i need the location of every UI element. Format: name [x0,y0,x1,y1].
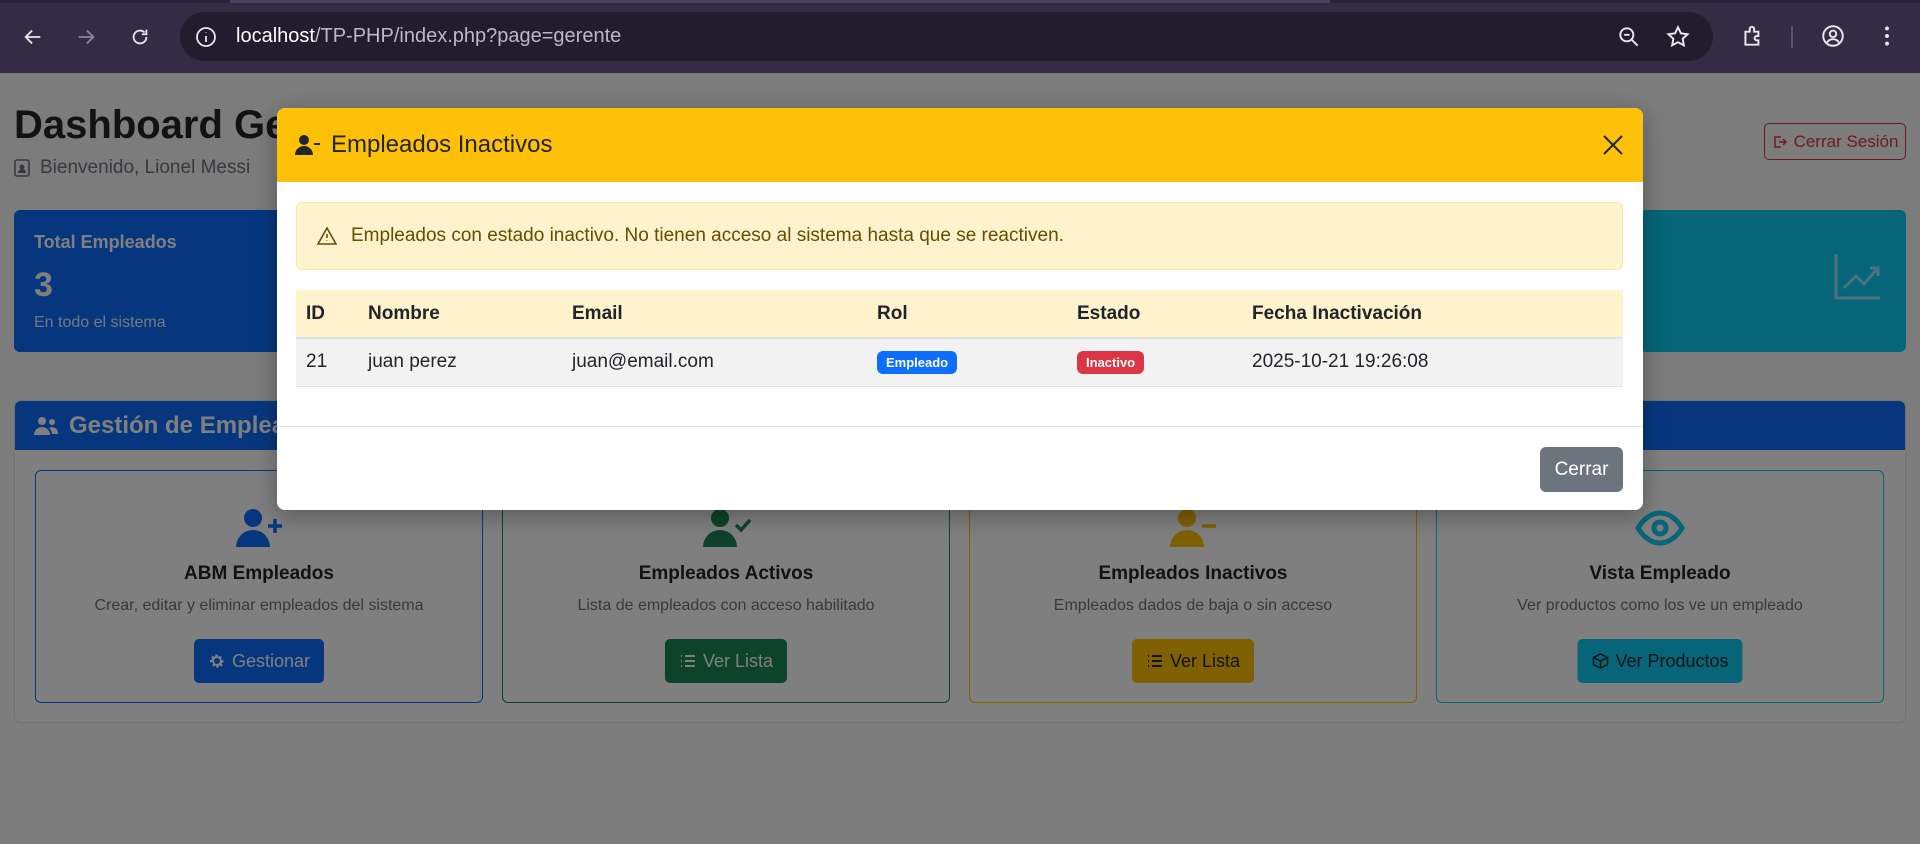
status-badge: Inactivo [1077,350,1145,374]
close-button[interactable]: Cerrar [1540,447,1623,492]
toolbar-divider [1791,26,1793,48]
column-header-id: ID [296,290,358,339]
warning-triangle-icon [317,226,337,245]
zoom-icon[interactable] [1616,24,1642,50]
role-badge: Empleado [877,350,958,374]
table-header-row: ID Nombre Email Rol Estado Fecha Inactiv… [296,290,1623,339]
user-minus-icon [295,135,320,155]
modal-title: Empleados Inactivos [331,131,553,158]
extensions-icon[interactable] [1740,23,1766,49]
cell-fecha: 2025-10-21 19:26:08 [1242,338,1623,387]
cell-email: juan@email.com [562,338,867,387]
warning-alert: Empleados con estado inactivo. No tienen… [296,202,1623,270]
reload-icon[interactable] [125,22,155,52]
cell-rol: Empleado [867,338,1067,387]
site-info-icon[interactable] [194,25,218,49]
tab-strip-edge [0,0,1920,3]
column-header-rol: Rol [867,290,1067,339]
bookmark-star-icon[interactable] [1665,24,1691,50]
back-icon[interactable] [18,22,48,52]
close-icon[interactable] [1601,133,1625,157]
column-header-email: Email [562,290,867,339]
url-text[interactable]: localhost/TP-PHP/index.php?page=gerente [236,25,621,48]
cell-id: 21 [296,338,358,387]
inactive-employees-table: ID Nombre Email Rol Estado Fecha Inactiv… [296,290,1623,387]
browser-toolbar: localhost/TP-PHP/index.php?page=gerente [0,0,1920,73]
modal-footer-divider [277,426,1643,427]
cell-nombre: juan perez [358,338,562,387]
column-header-fecha: Fecha Inactivación [1242,290,1623,339]
modal-header: Empleados Inactivos [277,108,1643,182]
address-bar[interactable]: localhost/TP-PHP/index.php?page=gerente [180,12,1713,61]
inactive-employees-modal: Empleados Inactivos Empleados con estado… [277,108,1643,510]
menu-kebab-icon[interactable] [1874,23,1900,49]
table-row: 21 juan perez juan@email.com Empleado In… [296,338,1623,387]
alert-text: Empleados con estado inactivo. No tienen… [351,225,1064,246]
profile-icon[interactable] [1820,23,1846,49]
forward-icon[interactable] [71,22,101,52]
column-header-nombre: Nombre [358,290,562,339]
column-header-estado: Estado [1067,290,1242,339]
cell-estado: Inactivo [1067,338,1242,387]
